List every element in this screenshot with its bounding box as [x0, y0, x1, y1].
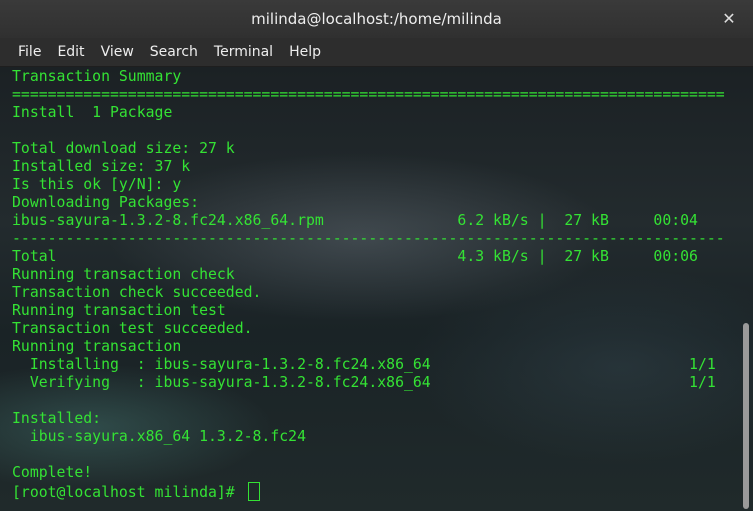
terminal-line: ----------------------------------------…	[12, 230, 725, 247]
terminal-window: milinda@localhost:/home/milinda ✕ File E…	[0, 0, 753, 511]
menu-bar: File Edit View Search Terminal Help	[0, 38, 753, 67]
window-title: milinda@localhost:/home/milinda	[251, 10, 502, 28]
terminal-line: Downloading Packages:	[12, 194, 200, 211]
text-cursor	[247, 482, 260, 501]
terminal-line: ========================================…	[12, 86, 725, 103]
menu-edit[interactable]: Edit	[49, 44, 92, 60]
menu-terminal[interactable]: Terminal	[206, 44, 281, 60]
terminal-line: Verifying : ibus-sayura-1.3.2-8.fc24.x86…	[12, 374, 716, 391]
menu-help[interactable]: Help	[281, 44, 329, 60]
terminal-line: Total download size: 27 k	[12, 140, 235, 157]
menu-search[interactable]: Search	[142, 44, 206, 60]
terminal-area[interactable]: Transaction Summary =====================…	[0, 67, 753, 511]
scrollbar[interactable]	[739, 67, 753, 511]
terminal-line: Installed size: 37 k	[12, 158, 191, 175]
terminal-line: Transaction check succeeded.	[12, 284, 262, 301]
terminal-output: Transaction Summary =====================…	[12, 68, 725, 501]
terminal-line: ibus-sayura.x86_64 1.3.2-8.fc24	[12, 428, 306, 445]
terminal-line: Running transaction test	[12, 302, 226, 319]
terminal-line: Installing : ibus-sayura-1.3.2-8.fc24.x8…	[12, 356, 716, 373]
terminal-line: Install 1 Package	[12, 104, 173, 121]
title-bar[interactable]: milinda@localhost:/home/milinda ✕	[0, 0, 753, 38]
terminal-line: Installed:	[12, 410, 102, 427]
terminal-line: Is this ok [y/N]: y	[12, 176, 182, 193]
terminal-line: Transaction test succeeded.	[12, 320, 253, 337]
prompt-line[interactable]: [root@localhost milinda]#	[12, 482, 725, 501]
terminal-line: Transaction Summary	[12, 68, 182, 85]
terminal-line: Total 4.3 kB/s | 27 kB 00:06	[12, 248, 698, 265]
shell-prompt: [root@localhost milinda]#	[12, 484, 244, 501]
menu-view[interactable]: View	[93, 44, 142, 60]
terminal-line: ibus-sayura-1.3.2-8.fc24.x86_64.rpm 6.2 …	[12, 212, 698, 229]
close-icon[interactable]: ✕	[719, 9, 739, 29]
terminal-line: Running transaction check	[12, 266, 235, 283]
terminal-line: Complete!	[12, 464, 93, 481]
scrollbar-thumb[interactable]	[743, 323, 749, 509]
terminal-line: Running transaction	[12, 338, 182, 355]
menu-file[interactable]: File	[10, 44, 49, 60]
